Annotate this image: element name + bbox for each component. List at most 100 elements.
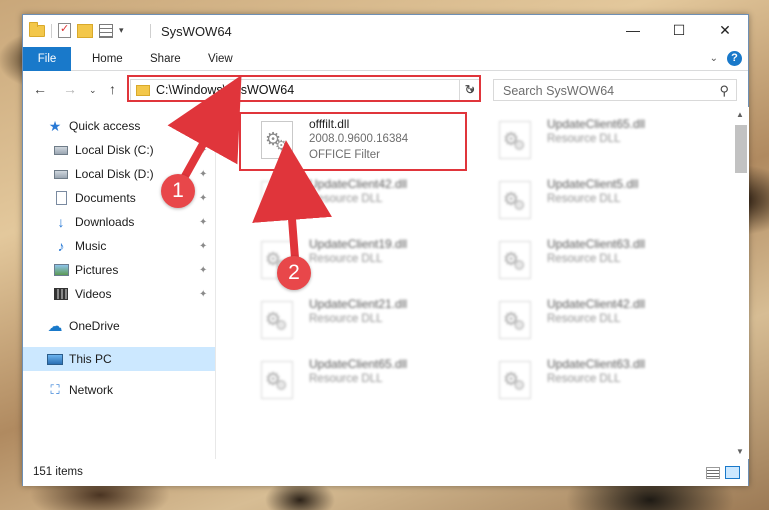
file-description: Resource DLL	[547, 193, 621, 205]
item-count: 151 items	[33, 466, 83, 478]
sidebar-item-label: Documents	[75, 191, 136, 205]
sidebar-item-label: Music	[75, 239, 107, 253]
file-item[interactable]: UpdateClient21.dll Resource DLL	[241, 293, 465, 345]
expand-ribbon-icon[interactable]: ⌄	[710, 53, 718, 64]
quick-access-toolbar: ▾	[29, 21, 124, 38]
pin-icon[interactable]: ✦	[199, 193, 207, 204]
tab-view[interactable]: View	[208, 47, 233, 71]
address-bar-highlight	[127, 75, 481, 102]
dll-file-icon	[499, 361, 531, 399]
scroll-up-icon[interactable]: ▲	[736, 110, 744, 119]
divider	[51, 23, 52, 38]
search-input[interactable]: Search SysWOW64 ⚲	[493, 79, 737, 101]
file-description: Resource DLL	[547, 133, 621, 145]
file-item[interactable]: UpdateClient42.dll Resource DLL	[241, 173, 465, 225]
sidebar-item-downloads[interactable]: ↓ Downloads ✦	[23, 210, 215, 234]
step-1-badge: 1	[161, 174, 195, 208]
tab-home[interactable]: Home	[92, 47, 123, 71]
sidebar-item-music[interactable]: ♪ Music ✦	[23, 234, 215, 258]
file-item[interactable]: UpdateClient65.dll Resource DLL	[241, 353, 465, 405]
documents-icon	[53, 191, 69, 205]
folder-icon	[29, 21, 45, 37]
file-item[interactable]: UpdateClient42.dll Resource DLL	[479, 293, 703, 345]
dll-file-icon	[499, 121, 531, 159]
sidebar-item-videos[interactable]: Videos ✦	[23, 282, 215, 306]
scrollbar-thumb[interactable]	[735, 125, 747, 173]
pin-icon[interactable]: ✦	[199, 289, 207, 300]
title-bar: ▾ SysWOW64 — ☐ ✕	[23, 15, 748, 47]
maximize-button[interactable]: ☐	[656, 15, 702, 45]
sidebar-item-label: Local Disk (C:)	[75, 143, 154, 157]
sidebar-item-this-pc[interactable]: This PC	[23, 347, 215, 371]
file-description: Resource DLL	[309, 373, 383, 385]
pane-divider[interactable]	[215, 107, 216, 459]
pin-icon[interactable]: ✦	[199, 145, 207, 156]
pin-icon[interactable]: ✦	[199, 217, 207, 228]
dll-file-icon	[499, 301, 531, 339]
star-icon: ★	[48, 117, 62, 134]
pin-icon[interactable]: ✦	[199, 265, 207, 276]
sidebar-item-local-disk-c[interactable]: Local Disk (C:) ✦	[23, 138, 215, 162]
recent-locations-chevron-icon[interactable]: ⌄	[89, 85, 97, 96]
file-name: UpdateClient42.dll	[309, 177, 408, 191]
up-button[interactable]: ↑	[109, 81, 116, 97]
file-highlight	[239, 112, 467, 171]
sidebar-item-label: Pictures	[75, 263, 119, 277]
file-name: UpdateClient19.dll	[309, 237, 408, 251]
file-item[interactable]: UpdateClient5.dll Resource DLL	[479, 173, 703, 225]
sidebar-item-network[interactable]: ⛶ Network	[23, 378, 215, 402]
vertical-scrollbar[interactable]: ▲ ▼	[733, 107, 749, 459]
navigation-pane: ★ Quick access Local Disk (C:) ✦ Local D…	[23, 107, 215, 459]
status-bar: 151 items	[23, 461, 748, 486]
divider	[150, 24, 151, 38]
file-item[interactable]: UpdateClient65.dll Resource DLL	[479, 113, 703, 165]
sidebar-item-onedrive[interactable]: ☁ OneDrive	[23, 314, 215, 338]
sidebar-item-quick-access[interactable]: ★ Quick access	[23, 114, 215, 138]
file-name: UpdateClient63.dll	[547, 237, 646, 251]
search-placeholder: Search SysWOW64	[503, 84, 615, 98]
tab-share[interactable]: Share	[150, 47, 181, 71]
new-folder-icon[interactable]	[77, 23, 93, 38]
network-icon: ⛶	[50, 382, 60, 397]
dll-file-icon	[261, 181, 293, 219]
videos-icon	[53, 287, 69, 301]
window-title: SysWOW64	[161, 24, 232, 39]
file-description: Resource DLL	[309, 253, 383, 265]
back-button[interactable]: ←	[33, 81, 47, 97]
file-item[interactable]: UpdateClient19.dll Resource DLL	[241, 233, 465, 285]
ribbon-tabs: File Home Share View ⌄ ?	[23, 47, 748, 71]
forward-button[interactable]: →	[63, 81, 77, 97]
file-item[interactable]: UpdateClient63.dll Resource DLL	[479, 233, 703, 285]
customize-view-icon[interactable]	[99, 23, 113, 38]
file-description: Resource DLL	[309, 313, 383, 325]
pin-icon[interactable]: ✦	[199, 169, 207, 180]
music-icon: ♪	[57, 238, 65, 254]
details-view-icon[interactable]	[706, 467, 720, 479]
properties-icon[interactable]	[58, 22, 71, 38]
close-button[interactable]: ✕	[702, 15, 748, 45]
sidebar-item-label: Quick access	[69, 119, 141, 133]
file-name: UpdateClient42.dll	[547, 297, 646, 311]
help-icon[interactable]: ?	[727, 51, 742, 66]
file-description: Resource DLL	[547, 253, 621, 265]
dll-file-icon	[261, 301, 293, 339]
dll-file-icon	[499, 181, 531, 219]
sidebar-item-label: Downloads	[75, 215, 135, 229]
downloads-icon: ↓	[57, 214, 65, 230]
drive-icon	[53, 143, 69, 157]
file-item[interactable]: UpdateClient63.dll Resource DLL	[479, 353, 703, 405]
customize-toolbar-chevron-icon[interactable]: ▾	[119, 25, 124, 36]
dll-file-icon	[261, 361, 293, 399]
scroll-down-icon[interactable]: ▼	[736, 447, 744, 456]
sidebar-item-pictures[interactable]: Pictures ✦	[23, 258, 215, 282]
pictures-icon	[53, 263, 69, 277]
file-name: UpdateClient65.dll	[309, 357, 408, 371]
pin-icon[interactable]: ✦	[199, 241, 207, 252]
tab-file[interactable]: File	[23, 47, 71, 71]
file-description: Resource DLL	[547, 373, 621, 385]
dll-file-icon	[499, 241, 531, 279]
search-icon[interactable]: ⚲	[719, 83, 729, 99]
step-2-badge: 2	[277, 256, 311, 290]
minimize-button[interactable]: —	[610, 15, 656, 45]
large-icons-view-icon[interactable]	[725, 466, 740, 479]
